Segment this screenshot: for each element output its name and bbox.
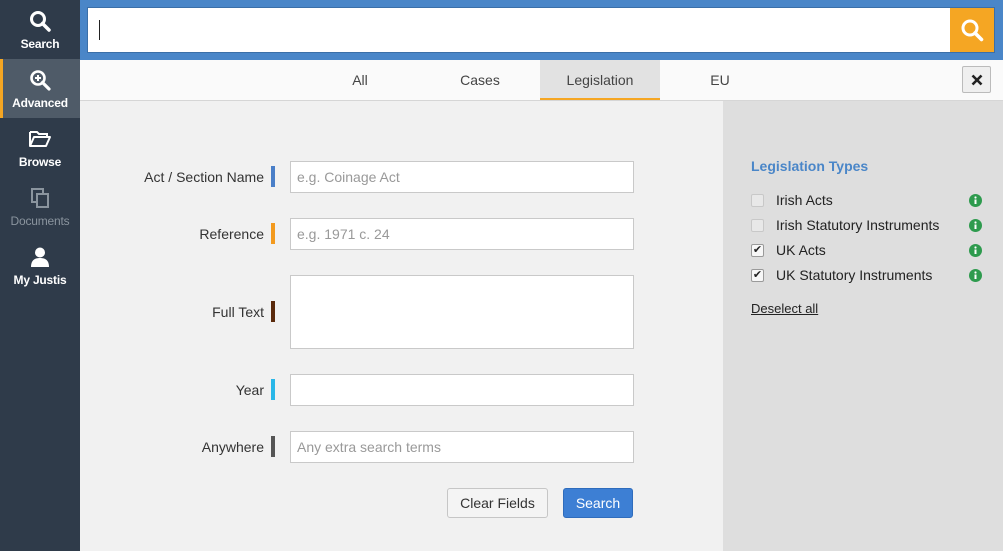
type-row-uk-statutory-instruments: ✔ UK Statutory Instruments (751, 266, 991, 286)
anywhere-input[interactable] (290, 431, 634, 463)
reference-label: Reference (199, 226, 264, 242)
full-text-label: Full Text (212, 304, 264, 320)
tab-eu[interactable]: EU (660, 60, 780, 100)
search-box (87, 7, 995, 53)
uk-acts-checkbox[interactable]: ✔ (751, 244, 764, 257)
close-button[interactable] (962, 66, 991, 93)
search-submit-button[interactable] (950, 8, 994, 52)
tab-cases[interactable]: Cases (420, 60, 540, 100)
folder-open-icon (0, 128, 80, 150)
sidebar-item-advanced[interactable]: Advanced (0, 59, 80, 118)
full-text-textarea[interactable] (290, 275, 634, 349)
sidebar-item-label: Search (20, 37, 60, 51)
documents-icon (0, 187, 80, 209)
full-text-color-bar (271, 301, 275, 322)
info-icon[interactable] (969, 269, 982, 282)
search-button[interactable]: Search (563, 488, 633, 518)
type-row-uk-acts: ✔ UK Acts (751, 241, 991, 261)
sidebar-item-label: Browse (18, 155, 62, 169)
legislation-types-panel: Legislation Types Irish Acts Irish Statu… (723, 101, 1003, 551)
close-icon (971, 74, 982, 85)
year-label: Year (235, 382, 264, 398)
clear-fields-button[interactable]: Clear Fields (447, 488, 548, 518)
reference-input[interactable] (290, 218, 634, 250)
type-label: UK Acts (776, 242, 826, 258)
act-section-input[interactable] (290, 161, 634, 193)
info-icon[interactable] (969, 194, 982, 207)
info-icon[interactable] (969, 219, 982, 232)
tab-all[interactable]: All (300, 60, 420, 100)
anywhere-color-bar (271, 436, 275, 457)
type-label: Irish Acts (776, 192, 833, 208)
type-row-irish-statutory-instruments: Irish Statutory Instruments (751, 216, 991, 236)
year-color-bar (271, 379, 275, 400)
act-section-color-bar (271, 166, 275, 187)
search-input[interactable] (88, 8, 954, 52)
anywhere-label: Anywhere (201, 439, 264, 455)
sidebar-item-documents[interactable]: Documents (0, 177, 80, 236)
info-icon[interactable] (969, 244, 982, 257)
type-label: UK Statutory Instruments (776, 267, 933, 283)
search-icon (961, 19, 984, 42)
irish-statutory-instruments-checkbox[interactable] (751, 219, 764, 232)
sidebar-item-label: Documents (10, 214, 70, 228)
type-row-irish-acts: Irish Acts (751, 191, 991, 211)
sidebar: Search Advanced Browse Documents My Just… (0, 0, 80, 551)
reference-color-bar (271, 223, 275, 244)
deselect-all-link[interactable]: Deselect all (751, 301, 818, 316)
act-section-label: Act / Section Name (144, 169, 264, 185)
uk-statutory-instruments-checkbox[interactable]: ✔ (751, 269, 764, 282)
tab-legislation[interactable]: Legislation (540, 60, 660, 100)
type-label: Irish Statutory Instruments (776, 217, 940, 233)
year-input[interactable] (290, 374, 634, 406)
sidebar-item-my-justis[interactable]: My Justis (0, 236, 80, 295)
sidebar-item-search[interactable]: Search (0, 0, 80, 59)
sidebar-item-browse[interactable]: Browse (0, 118, 80, 177)
search-icon (0, 10, 80, 32)
zoom-plus-icon (0, 69, 80, 91)
text-caret (99, 20, 100, 40)
sidebar-item-label: My Justis (13, 273, 67, 287)
legislation-search-form: Act / Section Name Reference Full Text Y… (80, 101, 723, 551)
sidebar-item-label: Advanced (12, 96, 68, 110)
legislation-types-title: Legislation Types (751, 158, 869, 174)
top-search-bar (80, 0, 1003, 60)
search-tabs: All Cases Legislation EU (80, 60, 1003, 101)
irish-acts-checkbox[interactable] (751, 194, 764, 207)
user-icon (0, 246, 80, 268)
